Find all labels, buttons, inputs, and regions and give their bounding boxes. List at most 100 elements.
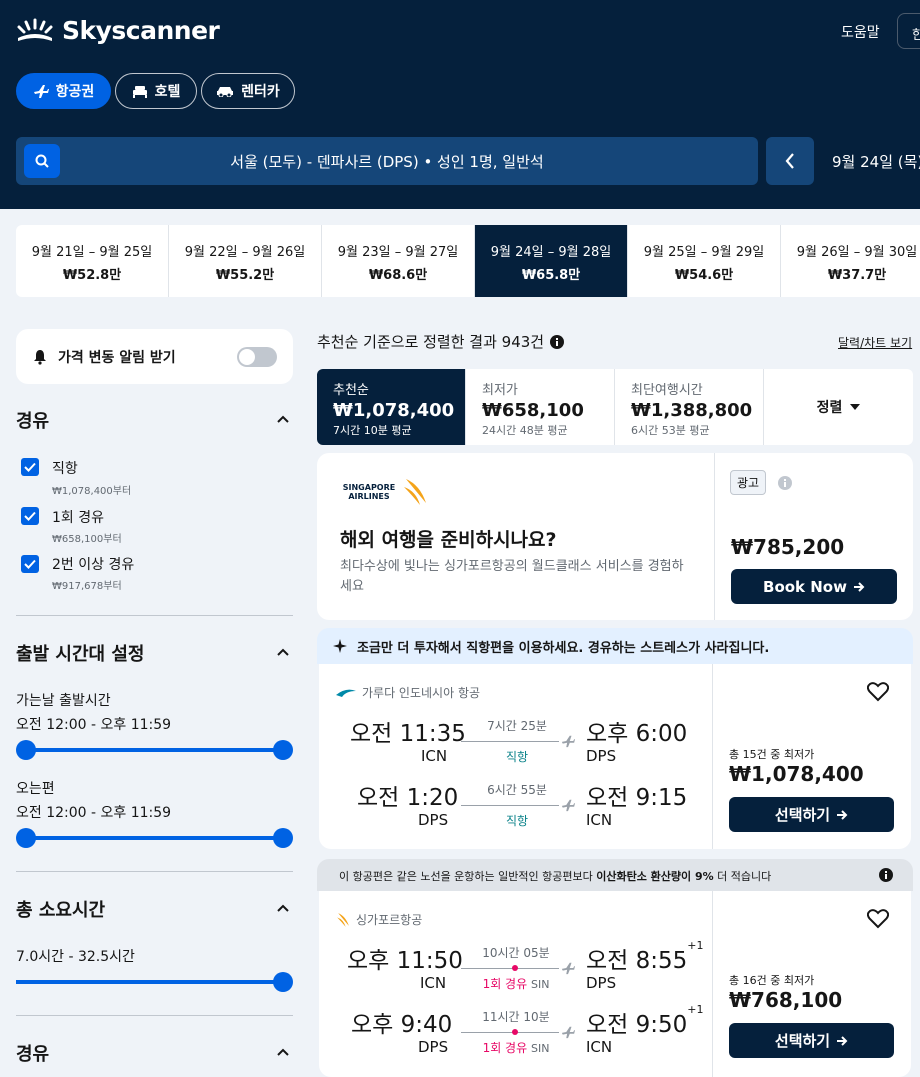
info-icon[interactable] [550,334,565,349]
date-price: ₩37.7만 [827,268,887,283]
date-price: ₩54.6만 [674,268,734,283]
leg-duration: 10시간 05분 [482,946,550,960]
duration-range: 7.0시간 - 32.5시간 [16,949,135,965]
date-option[interactable]: 9월 21일 – 9월 25일 ₩52.8만 [16,225,169,297]
sunrise-logo-icon [17,18,53,41]
price-alert-toggle[interactable] [237,347,277,367]
sparkle-icon [333,639,347,653]
arrival-time-value: 오전 9:50 [586,1012,688,1038]
slider-handle[interactable] [16,740,36,760]
heart-icon[interactable] [867,909,889,929]
caret-down-icon [850,404,861,410]
help-link[interactable]: 도움말 [841,22,880,42]
results-summary: 추천순 기준으로 정렬한 결과 943건 [317,331,565,352]
one-stop-checkbox[interactable] [21,507,39,525]
info-icon[interactable] [778,476,792,490]
departure-time: 오전 11:35 [350,721,466,747]
language-button[interactable]: 한 [897,13,920,49]
date-option[interactable]: 9월 25일 – 9월 29일 ₩54.6만 [628,225,781,297]
date-price-strip: 9월 21일 – 9월 25일 ₩52.8만 9월 22일 – 9월 26일 ₩55… [16,225,920,297]
date-option[interactable]: 9월 22일 – 9월 26일 ₩55.2만 [169,225,322,297]
next-day-badge: +1 [687,939,704,952]
sort-tab-fastest[interactable]: 최단여행시간 ₩1,388,800 6시간 53분 평균 [615,369,764,445]
arrival-time: 오후 6:00 [586,721,688,747]
previous-date-button[interactable] [766,137,814,185]
singapore-bird-icon [337,912,349,927]
slider-handle[interactable] [16,828,36,848]
airline-label: 가루다 인도네시아 항공 [336,684,480,701]
duration-title: 총 소요시간 [16,900,106,921]
tab-hotels[interactable]: 호텔 [115,73,197,109]
arrow-right-icon [853,581,865,592]
heart-icon[interactable] [867,682,889,702]
plane-icon [33,85,49,98]
stops-count: 1회 경유 [482,977,528,991]
flight-card[interactable]: 싱가포르항공 오후 11:50 ICN 10시간 05분 1회 경유 SIN 오… [319,891,911,1077]
tab-flights[interactable]: 항공권 [16,73,111,109]
select-button[interactable]: 선택하기 [729,1023,894,1058]
sort-label: 추천순 [333,383,369,398]
ad-card[interactable]: SINGAPORE AIRLINES 해외 여행을 준비하시나요? 최다수상에 … [317,453,913,620]
two-plus-stops-checkbox[interactable] [21,555,39,573]
select-label: 선택하기 [774,1032,831,1050]
ad-price-pane: 광고 ₩785,200 Book Now [714,453,913,620]
plane-icon [561,1026,575,1039]
slider-handle[interactable] [273,828,293,848]
arrival-time-value: 오전 8:55 [586,948,688,974]
sort-price: ₩1,388,800 [631,400,753,421]
sort-dropdown[interactable]: 정렬 [764,369,913,445]
date-range: 9월 26일 – 9월 30일 [796,245,918,260]
deals-count: 총 15건 중 최저가 [729,748,815,761]
sort-duration: 24시간 48분 평균 [482,424,568,437]
stops-label: 1회 경유 SIN [461,1039,571,1056]
flight-card[interactable]: 가루다 인도네시아 항공 오전 11:35 ICN 7시간 25분 직항 오후 … [319,664,911,849]
date-summary[interactable]: 9월 24일 (목) [832,151,920,172]
date-price: ₩65.8만 [521,268,581,283]
leg-duration: 7시간 25분 [487,719,547,733]
plane-icon [561,799,575,812]
stops-label: 직항 [505,814,529,828]
search-summary-text: 서울 (모두) - 덴파사르 (DPS) • 성인 1명, 일반석 [230,153,544,171]
info-icon[interactable] [879,868,893,882]
direct-checkbox[interactable] [21,458,39,476]
chevron-up-icon[interactable] [276,647,290,657]
leg-duration: 11시간 10분 [482,1010,550,1024]
date-range: 9월 24일 – 9월 28일 [490,245,612,260]
book-now-label: Book Now [763,577,847,596]
bed-icon [132,86,147,98]
singapore-bird-icon [404,479,426,505]
flight-price: ₩768,100 [729,988,843,1012]
date-option[interactable]: 9월 26일 – 9월 30일 ₩37.7만 [781,225,920,297]
stop-dot [512,1029,518,1035]
price-alert-label: 가격 변동 알림 받기 [58,349,176,366]
co2-text-prefix: 이 항공편은 같은 노선을 운항하는 일반적인 항공편보다 [339,870,597,883]
sort-label: 최저가 [482,383,518,398]
tab-car-hire[interactable]: 렌터카 [201,73,295,109]
banner-text: 조금만 더 투자해서 직항편을 이용하세요. 경유하는 스트레스가 사라집니다. [357,640,770,656]
sort-tab-cheapest[interactable]: 최저가 ₩658,100 24시간 48분 평균 [466,369,615,445]
search-summary-bar[interactable]: 서울 (모두) - 덴파사르 (DPS) • 성인 1명, 일반석 [16,137,758,185]
slider-handle[interactable] [273,972,293,992]
co2-text-suffix: 더 적습니다 [713,870,772,883]
outbound-label: 가는날 출발시간 [16,693,111,709]
select-button[interactable]: 선택하기 [729,797,894,832]
chevron-up-icon[interactable] [276,903,290,913]
calendar-chart-link[interactable]: 달력/차트 보기 [838,334,912,351]
direct-flight-banner: 조금만 더 투자해서 직항편을 이용하세요. 경유하는 스트레스가 사라집니다. [317,628,913,664]
date-option[interactable]: 9월 23일 – 9월 27일 ₩68.6만 [322,225,475,297]
slider-handle[interactable] [273,740,293,760]
arrow-right-icon [837,1035,848,1046]
car-icon [217,87,234,97]
sort-price: ₩658,100 [482,400,584,421]
date-option-selected[interactable]: 9월 24일 – 9월 28일 ₩65.8만 [475,225,628,297]
skyscanner-logo[interactable]: Skyscanner [16,16,220,45]
sort-dropdown-label: 정렬 [816,400,843,416]
chevron-up-icon[interactable] [276,414,290,424]
plane-icon [561,735,575,748]
chevron-up-icon[interactable] [276,1047,290,1057]
sort-tab-best[interactable]: 추천순 ₩1,078,400 7시간 10분 평균 [317,369,466,445]
tab-label: 호텔 [154,84,181,100]
book-now-button[interactable]: Book Now [731,569,897,604]
sort-duration: 6시간 53분 평균 [631,424,710,437]
flight-price: ₩1,078,400 [729,762,864,786]
